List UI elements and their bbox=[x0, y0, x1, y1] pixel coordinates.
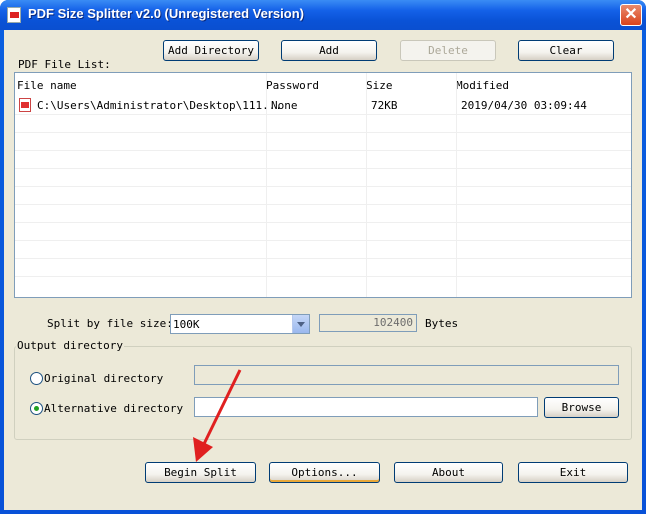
grid-line bbox=[15, 258, 631, 259]
alternative-directory-label[interactable]: Alternative directory bbox=[44, 402, 183, 415]
alternative-directory-radio[interactable] bbox=[30, 402, 43, 415]
output-directory-label: Output directory bbox=[16, 339, 124, 352]
title-bar[interactable]: PDF Size Splitter v2.0 (Unregistered Ver… bbox=[0, 0, 646, 30]
grid-line bbox=[15, 240, 631, 241]
pdf-file-list[interactable]: File name Password Size Modified C:\User… bbox=[14, 72, 632, 298]
cell-size: 72KB bbox=[371, 99, 398, 112]
file-list-label: PDF File List: bbox=[18, 58, 111, 71]
add-button[interactable]: Add bbox=[281, 40, 377, 61]
app-window: PDF Size Splitter v2.0 (Unregistered Ver… bbox=[0, 0, 646, 514]
original-directory-field bbox=[194, 365, 619, 385]
cell-file-name: C:\Users\Administrator\Desktop\111... bbox=[37, 99, 283, 112]
about-button[interactable]: About bbox=[394, 462, 503, 483]
pdf-file-icon bbox=[19, 98, 31, 112]
original-directory-label[interactable]: Original directory bbox=[44, 372, 163, 385]
list-header: File name Password Size Modified bbox=[15, 73, 631, 95]
exit-button[interactable]: Exit bbox=[518, 462, 628, 483]
grid-line bbox=[15, 114, 631, 115]
split-size-select[interactable]: 100K bbox=[170, 314, 310, 334]
column-header-file-name[interactable]: File name bbox=[17, 79, 77, 92]
cell-password: None bbox=[271, 99, 298, 112]
table-row[interactable]: C:\Users\Administrator\Desktop\111... No… bbox=[15, 96, 631, 114]
alternative-directory-input[interactable] bbox=[194, 397, 538, 417]
grid-line bbox=[15, 276, 631, 277]
grid-line bbox=[15, 168, 631, 169]
original-directory-radio[interactable] bbox=[30, 372, 43, 385]
clear-button[interactable]: Clear bbox=[518, 40, 614, 61]
chevron-down-icon[interactable] bbox=[292, 315, 309, 333]
column-header-modified[interactable]: Modified bbox=[456, 79, 509, 92]
grid-line bbox=[15, 204, 631, 205]
column-header-size[interactable]: Size bbox=[366, 79, 393, 92]
split-size-label: Split by file size: bbox=[47, 317, 173, 330]
cell-modified: 2019/04/30 03:09:44 bbox=[461, 99, 587, 112]
window-title: PDF Size Splitter v2.0 (Unregistered Ver… bbox=[28, 6, 304, 21]
dialog-client-area: Add Directory Add Delete Clear PDF File … bbox=[4, 30, 642, 510]
grid-line bbox=[15, 150, 631, 151]
output-directory-group: Output directory Original directory Alte… bbox=[14, 339, 632, 440]
column-header-password[interactable]: Password bbox=[266, 79, 319, 92]
delete-button[interactable]: Delete bbox=[400, 40, 496, 61]
options-button[interactable]: Options... bbox=[269, 462, 380, 483]
close-button[interactable]: ✕ bbox=[620, 4, 642, 26]
pdf-app-icon bbox=[7, 7, 21, 23]
add-directory-button[interactable]: Add Directory bbox=[163, 40, 259, 61]
grid-line bbox=[15, 186, 631, 187]
bytes-unit-label: Bytes bbox=[425, 317, 459, 330]
browse-button[interactable]: Browse bbox=[544, 397, 619, 418]
grid-line bbox=[15, 222, 631, 223]
grid-line bbox=[15, 132, 631, 133]
split-size-value: 100K bbox=[173, 318, 200, 331]
begin-split-button[interactable]: Begin Split bbox=[145, 462, 256, 483]
bytes-value-field: 102400 bbox=[319, 314, 417, 332]
